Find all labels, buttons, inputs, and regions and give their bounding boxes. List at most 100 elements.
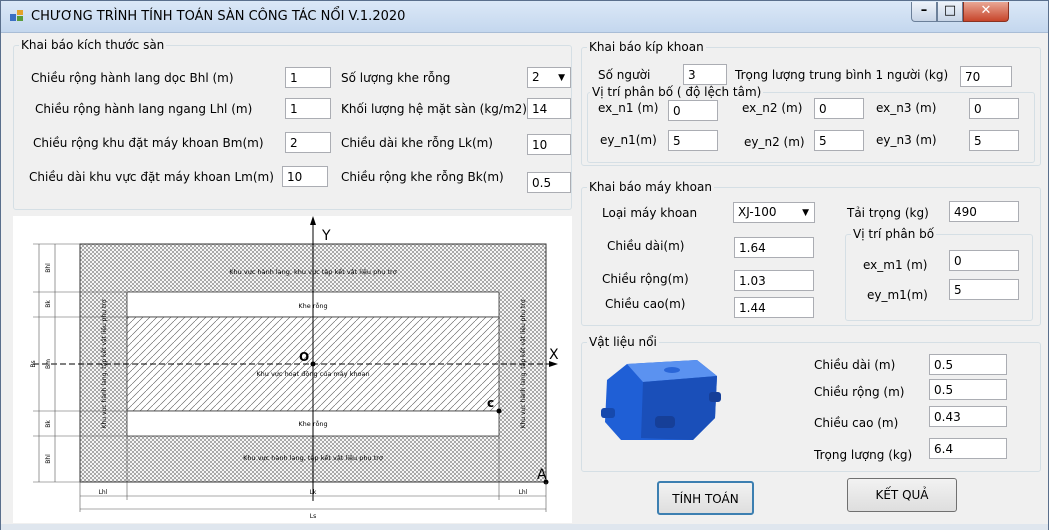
tinh-toan-button[interactable]: TÍNH TOÁN bbox=[657, 481, 754, 515]
songuoi-field[interactable] bbox=[683, 64, 727, 85]
may-rong-label: Chiều rộng(m) bbox=[602, 272, 689, 286]
close-button[interactable]: ✕ bbox=[963, 2, 1009, 22]
ey-n2-field[interactable] bbox=[814, 130, 864, 151]
ey-m1-label: ey_m1(m) bbox=[867, 288, 928, 302]
kl-label: Khối lượng hệ mặt sàn (kg/m2) bbox=[341, 102, 527, 116]
ey-n3-field[interactable] bbox=[969, 130, 1019, 151]
ex-n1-label: ex_n1 (m) bbox=[598, 101, 659, 115]
ey-n2-label: ey_n2 (m) bbox=[744, 135, 805, 149]
lhl-label: Chiều rộng hành lang ngang Lhl (m) bbox=[35, 102, 253, 116]
vl-cao-field[interactable] bbox=[929, 406, 1007, 427]
taitrong-field[interactable] bbox=[949, 201, 1019, 222]
crew-legend: Khai báo kíp khoan bbox=[589, 40, 704, 54]
floor-size-legend: Khai báo kích thước sàn bbox=[21, 38, 165, 52]
minimize-button[interactable]: – bbox=[911, 2, 937, 22]
lm-field[interactable] bbox=[282, 166, 328, 187]
ey-m1-field[interactable] bbox=[949, 279, 1019, 300]
lk-field[interactable] bbox=[527, 134, 571, 155]
may-rong-field[interactable] bbox=[734, 270, 814, 291]
khe-value: 2 bbox=[532, 70, 540, 84]
trongluong-nguoi-field[interactable] bbox=[960, 66, 1012, 87]
dim-bs: Bs bbox=[30, 360, 37, 367]
ex-n1-field[interactable] bbox=[668, 100, 718, 121]
dim-lhl-left: Lhl bbox=[99, 489, 108, 496]
taitrong-label: Tải trọng (kg) bbox=[847, 206, 929, 220]
vl-rong-field[interactable] bbox=[929, 379, 1007, 400]
maximize-icon: □ bbox=[943, 3, 957, 18]
point-c-label: c bbox=[487, 396, 494, 410]
vl-dai-label: Chiều dài (m) bbox=[814, 358, 896, 372]
work-zone-label: Khu vực hoạt động của máy khoan bbox=[256, 370, 369, 378]
loai-may-label: Loại máy khoan bbox=[602, 206, 698, 220]
ey-n3-label: ey_n3 (m) bbox=[876, 133, 937, 147]
vl-dai-field[interactable] bbox=[929, 354, 1007, 375]
client-area: Khai báo kích thước sàn Chiều rộng hành … bbox=[7, 34, 1042, 523]
dim-bk-top: Bk bbox=[45, 300, 52, 308]
lk-label: Chiều dài khe rỗng Lk(m) bbox=[341, 136, 493, 150]
khe-select[interactable]: 2 ▼ bbox=[527, 67, 571, 88]
loai-may-value: XJ-100 bbox=[738, 205, 777, 219]
drill-position-legend: Vị trí phân bố bbox=[853, 227, 935, 241]
vl-trongluong-field[interactable] bbox=[929, 438, 1007, 459]
ket-qua-button[interactable]: KẾT QUẢ bbox=[847, 478, 957, 512]
crew-position-legend: Vị trí phân bố ( độ lệch tâm) bbox=[592, 85, 762, 99]
songuoi-label: Số người bbox=[598, 68, 651, 82]
bhl-field[interactable] bbox=[285, 67, 331, 88]
bhl-label: Chiều rộng hành lang dọc Bhl (m) bbox=[31, 71, 234, 85]
khe-label: Số lượng khe rỗng bbox=[341, 71, 451, 85]
dim-bhl-top: Bhl bbox=[45, 263, 52, 273]
window-bottom-edge bbox=[1, 524, 1048, 530]
dim-lk: Lk bbox=[310, 489, 317, 496]
y-axis-arrow bbox=[310, 216, 316, 225]
dim-lhl-right: Lhl bbox=[519, 489, 528, 496]
float-block-image bbox=[601, 360, 721, 440]
window-title: CHƯƠNG TRÌNH TÍNH TOÁN SÀN CÔNG TÁC NỔI … bbox=[31, 9, 406, 24]
vl-trongluong-label: Trọng lượng (kg) bbox=[814, 448, 913, 462]
vl-cao-label: Chiều cao (m) bbox=[814, 416, 899, 430]
top-corridor-label: Khu vực hành lang, khu vực tập kết vật l… bbox=[229, 268, 396, 276]
bm-field[interactable] bbox=[285, 132, 331, 153]
bm-label: Chiều rộng khu đặt máy khoan Bm(m) bbox=[33, 136, 264, 150]
dim-bm: Bm bbox=[45, 359, 52, 369]
ex-n3-label: ex_n3 (m) bbox=[876, 101, 937, 115]
floor-diagram-svg: Y X O c A Khu vực hành lang, khu vực tập… bbox=[30, 216, 559, 520]
trongluong-nguoi-label: Trọng lượng trung bình 1 người (kg) bbox=[735, 68, 949, 82]
vl-rong-label: Chiều rộng (m) bbox=[814, 385, 905, 399]
bottom-corridor-label: Khu vực hành lang, tập kết vật liệu phụ … bbox=[243, 454, 383, 462]
may-dai-label: Chiều dài(m) bbox=[607, 239, 685, 253]
origin-label: O bbox=[299, 350, 309, 364]
float-legend: Vật liệu nổi bbox=[589, 335, 657, 349]
drill-legend: Khai báo máy khoan bbox=[589, 180, 712, 194]
ex-n3-field[interactable] bbox=[969, 98, 1019, 119]
maximize-button[interactable]: □ bbox=[937, 2, 963, 22]
main-window: CHƯƠNG TRÌNH TÍNH TOÁN SÀN CÔNG TÁC NỔI … bbox=[0, 0, 1049, 530]
bk-label: Chiều rộng khe rỗng Bk(m) bbox=[341, 170, 504, 184]
x-axis-label: X bbox=[549, 347, 559, 363]
may-cao-field[interactable] bbox=[734, 297, 814, 318]
ex-n2-field[interactable] bbox=[814, 98, 864, 119]
slot-top-label: Khe rỗng bbox=[298, 301, 327, 310]
side-left-label: Khu vực hành lang, tập kết vật liệu phụ … bbox=[101, 299, 108, 428]
title-bar[interactable]: CHƯƠNG TRÌNH TÍNH TOÁN SÀN CÔNG TÁC NỔI … bbox=[1, 1, 1048, 33]
close-icon: ✕ bbox=[980, 3, 992, 18]
slot-bottom-label: Khe rỗng bbox=[298, 419, 327, 428]
point-a-label: A bbox=[537, 467, 547, 483]
minimize-icon: – bbox=[920, 3, 928, 18]
may-dai-field[interactable] bbox=[734, 237, 814, 258]
ex-m1-field[interactable] bbox=[949, 250, 1019, 271]
loai-may-select[interactable]: XJ-100 ▼ bbox=[733, 202, 815, 223]
kl-field[interactable] bbox=[527, 98, 571, 119]
dim-bhl-bottom: Bhl bbox=[45, 454, 52, 464]
ey-n1-label: ey_n1(m) bbox=[600, 133, 657, 147]
ex-n2-label: ex_n2 (m) bbox=[742, 101, 803, 115]
lm-label: Chiều dài khu vực đặt máy khoan Lm(m) bbox=[29, 170, 274, 184]
origin-point bbox=[310, 361, 316, 367]
point-c bbox=[496, 408, 502, 414]
ey-n1-field[interactable] bbox=[668, 130, 718, 151]
bk-field[interactable] bbox=[527, 172, 571, 193]
app-icon bbox=[10, 10, 23, 21]
lhl-field[interactable] bbox=[285, 98, 331, 119]
side-right-label: Khu vực hành lang, tập kết vật liệu phụ … bbox=[520, 299, 527, 428]
dim-ls: Ls bbox=[310, 513, 316, 520]
ex-m1-label: ex_m1 (m) bbox=[863, 258, 928, 272]
